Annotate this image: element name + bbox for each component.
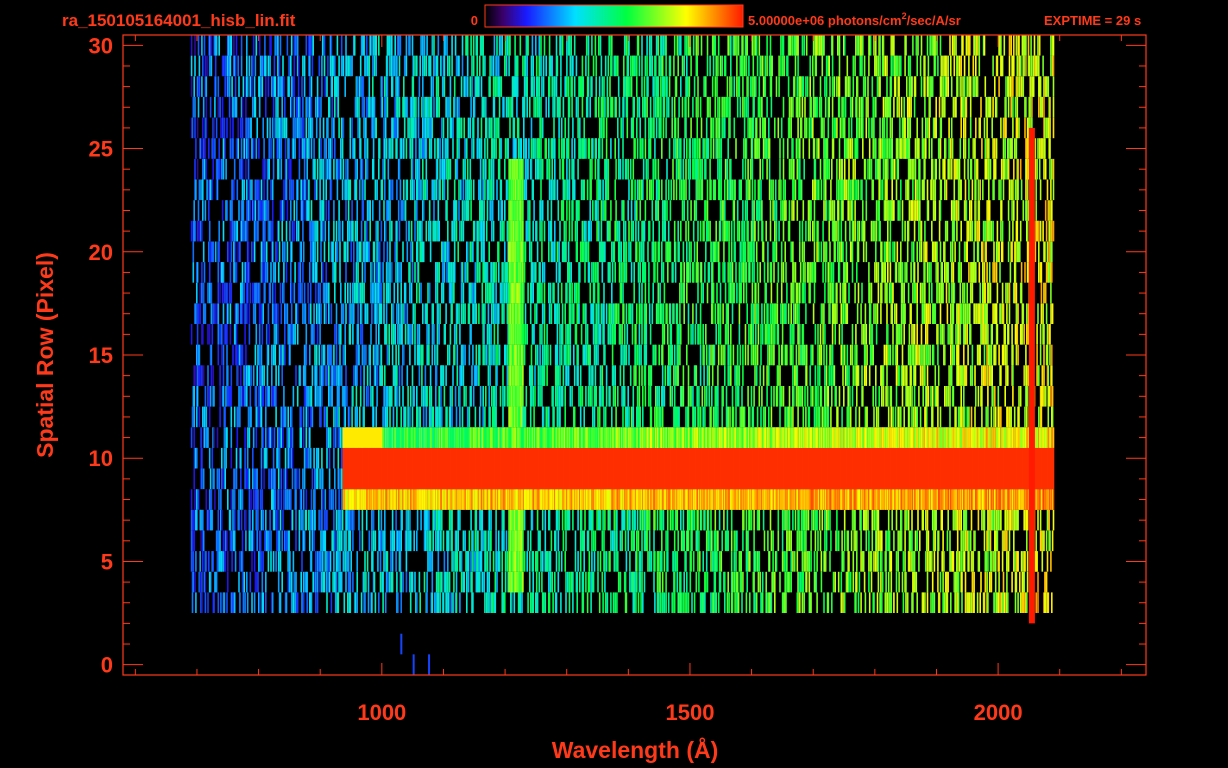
spectral-row-14	[193, 365, 1053, 386]
trace-edge	[1028, 127, 1035, 624]
spectral-row-9	[193, 468, 1055, 490]
spectral-row-18	[196, 282, 1052, 304]
chart-title: ra_150105164001_hisb_lin.fit	[62, 11, 296, 30]
spectral-row-16	[190, 324, 1051, 345]
colorbar-max-prefix: 5.00000e+06 photons/cm	[748, 13, 902, 28]
y-tick-label: 10	[89, 446, 113, 471]
spectral-row-17	[194, 303, 1054, 324]
spectral-row-25	[195, 138, 1051, 159]
y-tick-label: 15	[89, 343, 113, 368]
y-tick-label: 5	[101, 549, 113, 574]
y-tick-label: 30	[89, 33, 113, 58]
colorbar	[484, 4, 744, 28]
stray-pixel	[400, 633, 403, 655]
x-tick-label: 1000	[357, 700, 406, 725]
spectral-row-10	[193, 447, 1055, 469]
spectral-row-12	[191, 406, 1054, 428]
spectral-row-22	[193, 200, 1053, 221]
spectral-row-20	[192, 241, 1053, 263]
y-axis-label: Spatial Row (Pixel)	[32, 252, 58, 458]
spectral-row-4	[191, 571, 1048, 593]
colorbar-max-suffix: /sec/A/sr	[907, 13, 961, 28]
spectral-row-3	[191, 592, 1053, 613]
spectral-image-figure: ra_150105164001_hisb_lin.fit 0 5.00000e+…	[32, 4, 1147, 763]
spectral-row-26	[190, 117, 1055, 139]
stray-pixel	[412, 654, 415, 675]
y-tick-label: 0	[101, 653, 113, 678]
stray-pixel	[428, 654, 431, 675]
colorbar-min-label: 0	[471, 13, 478, 28]
y-tick-label: 20	[89, 240, 113, 265]
spectral-row-13	[192, 386, 1054, 407]
y-tick-label: 25	[89, 137, 113, 162]
spectral-row-7	[190, 509, 1055, 531]
heatmap-image	[190, 35, 1055, 675]
spectral-row-6	[190, 530, 1054, 552]
spectral-row-11	[190, 427, 1055, 448]
spectral-row-8	[190, 489, 1055, 510]
x-tick-label: 2000	[974, 700, 1023, 725]
x-tick-label: 1500	[665, 700, 714, 725]
spectral-row-27	[192, 96, 1055, 118]
spectral-row-19	[192, 262, 1053, 283]
spectral-row-5	[190, 551, 1052, 572]
spectral-row-29	[190, 55, 1055, 77]
spectral-row-23	[194, 179, 1055, 201]
spectral-row-24	[194, 158, 1055, 180]
exptime-label: EXPTIME = 29 s	[1044, 13, 1141, 28]
spectral-row-15	[196, 344, 1053, 366]
x-axis-label: Wavelength (Å)	[552, 736, 719, 763]
spectral-row-28	[190, 76, 1055, 97]
spectral-row-21	[190, 220, 1055, 242]
colorbar-max-label: 5.00000e+06 photons/cm2/sec/A/sr	[748, 11, 961, 28]
